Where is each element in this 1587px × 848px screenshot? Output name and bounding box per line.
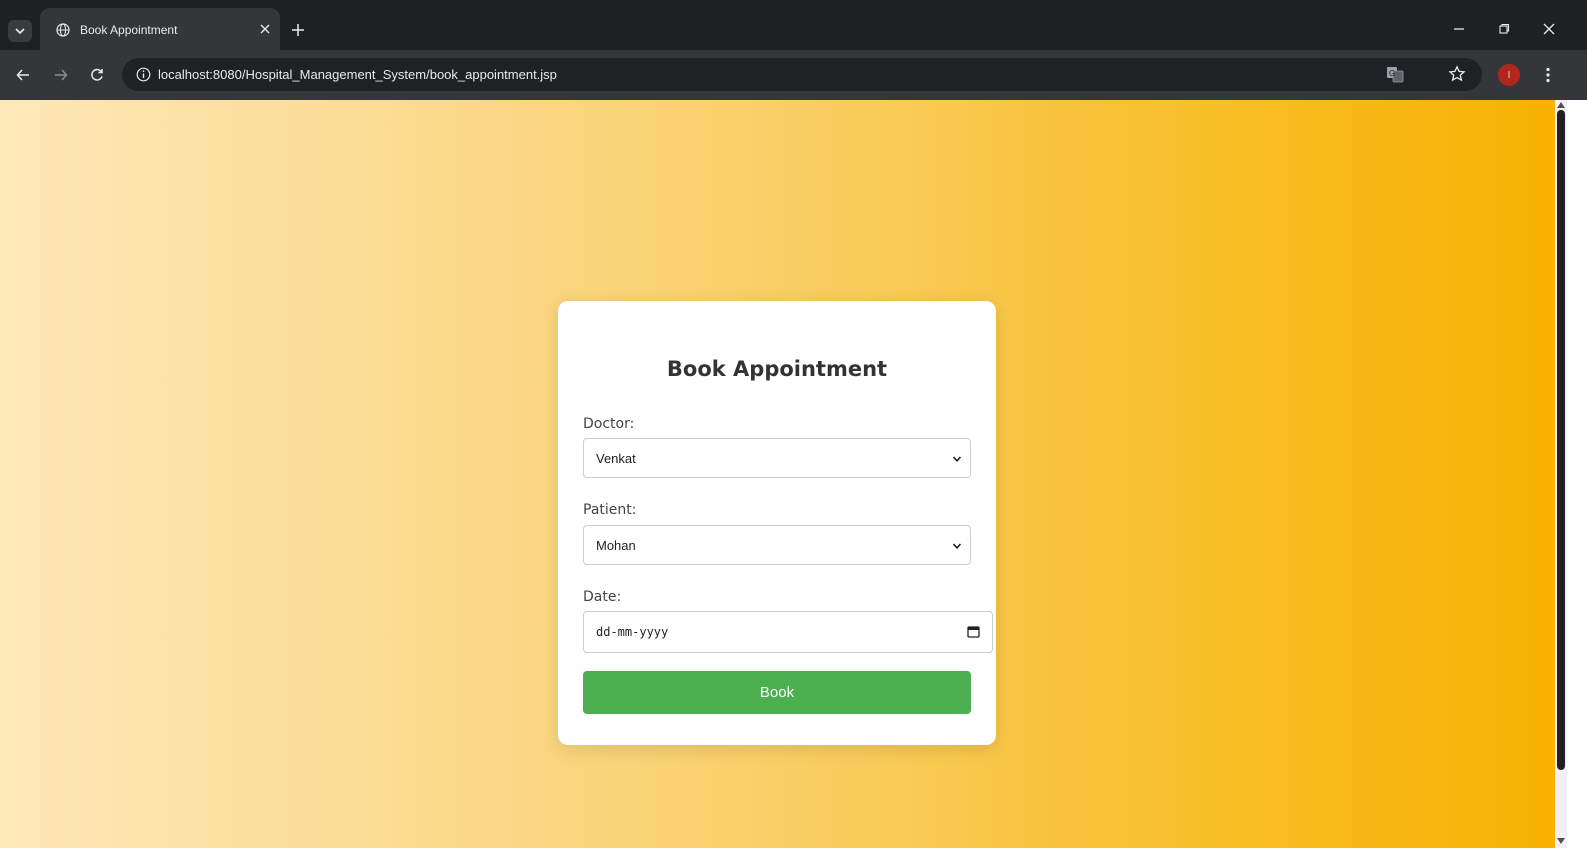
form-title: Book Appointment [666,357,888,381]
chevron-down-icon [952,456,962,462]
window-close-button[interactable] [1536,18,1562,40]
calendar-icon[interactable] [967,625,980,638]
reload-icon [91,68,103,81]
close-icon [260,24,270,34]
date-label: Date: [583,589,622,605]
svg-text:G: G [1389,69,1395,78]
tab-title: Book Appointment [80,23,178,37]
reload-button[interactable] [86,64,108,86]
vertical-scrollbar[interactable] [1555,100,1567,848]
patient-select[interactable]: Mohan [583,525,971,565]
patient-selected-value: Mohan [596,538,636,553]
doctor-selected-value: Venkat [596,451,636,466]
scroll-thumb[interactable] [1557,110,1565,770]
more-vertical-icon [1546,67,1550,83]
close-icon [1543,23,1555,35]
minimize-icon [1454,28,1464,30]
date-placeholder: dd-mm-yyyy [596,625,669,639]
appointment-form: Book Appointment Doctor: Venkat Patient:… [558,301,996,745]
date-input[interactable]: dd-mm-yyyy [583,611,993,653]
url-text: localhost:8080/Hospital_Management_Syste… [158,67,557,82]
profile-avatar[interactable]: I [1498,64,1520,86]
chevron-down-icon [15,28,25,35]
plus-icon [292,24,304,36]
scroll-down-arrow[interactable] [1557,838,1565,844]
address-bar[interactable]: localhost:8080/Hospital_Management_Syste… [122,58,1482,91]
tab-strip: Book Appointment [0,0,1587,50]
globe-icon [56,23,70,37]
minimize-button[interactable] [1446,18,1472,40]
book-button[interactable]: Book [583,671,971,714]
doctor-select[interactable]: Venkat [583,438,971,478]
info-icon[interactable] [136,67,151,82]
scroll-up-arrow[interactable] [1557,102,1565,108]
arrow-left-icon [16,69,29,81]
back-button[interactable] [12,64,34,86]
translate-icon[interactable]: G [1386,66,1404,83]
arrow-right-icon [55,69,68,81]
new-tab-button[interactable] [287,19,309,41]
patient-label: Patient: [583,502,637,518]
chevron-down-icon [952,543,962,549]
tab-close-button[interactable] [257,21,273,37]
bookmark-star-icon[interactable] [1448,65,1466,83]
doctor-label: Doctor: [583,416,635,432]
browser-menu-button[interactable] [1538,64,1558,86]
forward-button[interactable] [50,64,72,86]
window-edge [1567,100,1587,848]
active-tab[interactable]: Book Appointment [40,8,280,50]
restore-icon [1499,23,1510,34]
restore-button[interactable] [1491,18,1517,40]
tab-search-button[interactable] [8,20,32,42]
